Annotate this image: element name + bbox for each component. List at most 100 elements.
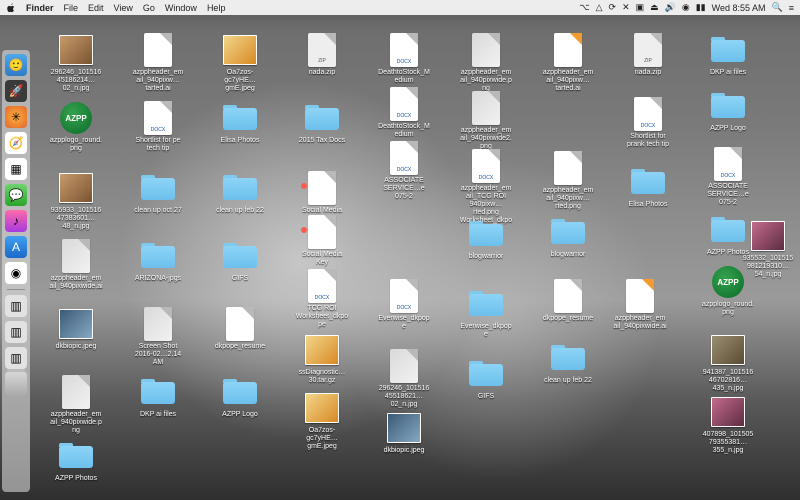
desktop-item[interactable]: TCG ROI Worksheet_dkpope	[294, 269, 350, 329]
desktop-item[interactable]: ASSOCIATE SERVICE…e 075-2	[376, 141, 432, 201]
sync-icon[interactable]: ⟳	[609, 2, 617, 13]
round-logo-icon: AZPP	[56, 101, 96, 135]
clock[interactable]: Wed 8:55 AM	[712, 3, 766, 13]
desktop-item[interactable]: blogwarrior	[458, 217, 514, 261]
wifi-icon[interactable]: ◉	[682, 2, 690, 13]
file-label: ssDiagnostic…30.tar.gz	[294, 369, 350, 385]
notifications-icon[interactable]: ≡	[789, 3, 794, 13]
folder-icon	[466, 217, 506, 251]
chrome-icon[interactable]: ◉	[5, 262, 27, 284]
desktop-item[interactable]: azppheader_email_940pixw…tarted.ai	[540, 33, 596, 93]
desktop-item[interactable]: dkbiopic.jpeg	[48, 307, 104, 351]
desktop-item[interactable]: nada.zip	[294, 33, 350, 77]
desktop-item[interactable]: AZPPazpplogo_round.png	[48, 101, 104, 153]
file-label: DKP ai files	[709, 69, 747, 77]
document-icon	[628, 97, 668, 131]
doc3-icon[interactable]: ▥	[5, 347, 27, 369]
desktop-item[interactable]: Social Media Key	[294, 215, 350, 267]
desktop-item[interactable]: blogwarrior	[540, 215, 596, 259]
desktop-item[interactable]: 2015 Tax Docs	[294, 101, 350, 145]
doc2-icon[interactable]: ▥	[5, 321, 27, 343]
desktop-item[interactable]: GIFS	[458, 357, 514, 401]
menu-edit[interactable]: Edit	[88, 3, 104, 13]
desktop-item[interactable]: dkpope_resume	[540, 279, 596, 323]
launchpad-icon[interactable]: 🚀	[5, 80, 27, 102]
desktop-item[interactable]: Everwise_dkpope	[376, 279, 432, 331]
desktop-item[interactable]: 407898_10150579355381…355_n.jpg	[700, 395, 756, 455]
menu-go[interactable]: Go	[143, 3, 155, 13]
desktop-item[interactable]: AZPP Logo	[700, 89, 756, 133]
desktop-item[interactable]: nada.zip	[620, 33, 676, 77]
spotlight-icon[interactable]: 🔍	[772, 2, 783, 13]
desktop-item[interactable]: Oa7zos-gc7yHE…gmE.jpeg	[294, 391, 350, 451]
app-name[interactable]: Finder	[26, 3, 54, 13]
itunes-icon[interactable]: ♪	[5, 210, 27, 232]
desktop-item[interactable]: clean up feb 22	[212, 171, 268, 215]
desktop-item[interactable]: azppheader_email_940pixwide.ai	[48, 239, 104, 291]
desktop-item[interactable]: Oa7zos-gc7yHE…gmE.jpeg	[212, 33, 268, 93]
desktop-item[interactable]: Elisa Photos	[212, 101, 268, 145]
desktop-item[interactable]: azppheader_email_940pixwide.ai	[612, 279, 668, 331]
photos-icon[interactable]: ✳︎	[5, 106, 27, 128]
file-label: azppheader_email_940pixw…rted.png	[540, 187, 596, 211]
desktop-item[interactable]: azppheader_email_940pixw…tarted.ai	[130, 33, 186, 93]
file-label: Oa7zos-gc7yHE…gmE.jpeg	[212, 69, 268, 93]
battery-icon[interactable]: ▮▮	[696, 2, 706, 13]
desktop-item[interactable]: 296246_10151645186214…02_n.jpg	[48, 33, 104, 93]
desktop-item[interactable]: azppheader_email_940pixw…rted.png	[540, 151, 596, 211]
desktop-item[interactable]: dkpope_resume	[212, 307, 268, 351]
desktop-item[interactable]: Shortlist for pe tech tip	[130, 101, 186, 153]
menu-file[interactable]: File	[64, 3, 79, 13]
file-label: Shortlist for pe tech tip	[130, 137, 186, 153]
desktop[interactable]: Finder File Edit View Go Window Help ⌥ △…	[0, 0, 800, 500]
desktop-item[interactable]: ARIZONA-jpgs	[130, 239, 186, 283]
dropbox-icon[interactable]: ⌥	[579, 2, 589, 13]
finder-icon[interactable]: 🙂	[5, 54, 27, 76]
desktop-item[interactable]: Elisa Photos	[620, 165, 676, 209]
desktop-item[interactable]: azppheader_email_940pixwide2.png	[458, 91, 514, 151]
desktop-item[interactable]: clean up feb 22	[540, 341, 596, 385]
adobe-icon[interactable]: ▣	[636, 2, 645, 13]
folder-icon	[138, 239, 178, 273]
volume-icon[interactable]: 🔊	[665, 2, 676, 13]
desktop-item[interactable]: AZPP Photos	[48, 439, 104, 483]
desktop-item[interactable]: DeathtoStock_Medium	[376, 33, 432, 85]
messages-icon[interactable]: 💬	[5, 184, 27, 206]
desktop-item[interactable]: dkbiopic.jpeg	[376, 411, 432, 455]
desktop-item[interactable]: 935933_101516473836​01…48_n.jpg	[48, 171, 104, 231]
file-label: 2015 Tax Docs	[298, 137, 346, 145]
trash-icon[interactable]	[5, 373, 27, 395]
desktop-item[interactable]: DKP ai files	[130, 375, 186, 419]
safari-icon[interactable]: 🧭	[5, 132, 27, 154]
desktop-item[interactable]: azppheader_email_940pixwide.png	[458, 33, 514, 93]
desktop-item[interactable]: DeathtoStock_Medium	[376, 87, 432, 139]
desktop-item[interactable]: 935532_101515981219310…54_n.jpg	[740, 219, 796, 279]
desktop-item[interactable]: 296246_101516455186​21…02_n.jpg	[376, 349, 432, 409]
cloud-icon[interactable]: △	[596, 2, 603, 13]
appstore-icon[interactable]: A	[5, 236, 27, 258]
desktop-item[interactable]: Shortlist for prank tech tip	[620, 97, 676, 149]
desktop-item[interactable]: GIFS	[212, 239, 268, 283]
eject-icon[interactable]: ⏏	[650, 2, 659, 13]
doc1-icon[interactable]: ▥	[5, 295, 27, 317]
butterfly-icon[interactable]: ✕	[622, 2, 630, 13]
file-label: GIFS	[477, 393, 495, 401]
desktop-item[interactable]: clean up oct 27	[130, 171, 186, 215]
desktop-item[interactable]: Everwise_dkpope	[458, 287, 514, 339]
desktop-item[interactable]: Screen Shot 2016-02…2.14 AM	[130, 307, 186, 367]
apple-icon[interactable]	[6, 3, 16, 13]
menu-window[interactable]: Window	[165, 3, 197, 13]
desktop-item[interactable]: ssDiagnostic…30.tar.gz	[294, 333, 350, 385]
desktop-item[interactable]: ASSOCIATE SERVICE…e 075-2	[700, 147, 756, 207]
launchpad2-icon[interactable]: ▦	[5, 158, 27, 180]
desktop-item[interactable]: AZPP Logo	[212, 375, 268, 419]
menu-help[interactable]: Help	[207, 3, 226, 13]
file-label: ASSOCIATE SERVICE…e 075-2	[376, 177, 432, 201]
document-icon	[384, 141, 424, 175]
desktop-item[interactable]: 941387_101516467028​16…435_n.jpg	[700, 333, 756, 393]
desktop-item[interactable]: azppheader_email_940pixwide.png	[48, 375, 104, 435]
menu-view[interactable]: View	[114, 3, 133, 13]
file-label: nada.zip	[308, 69, 336, 77]
image-thumbnail-icon	[748, 219, 788, 253]
desktop-item[interactable]: DKP ai files	[700, 33, 756, 77]
